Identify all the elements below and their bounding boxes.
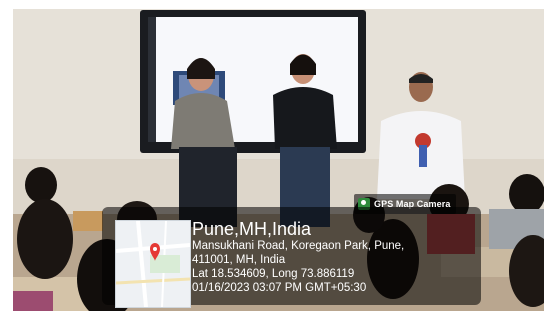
map-thumbnail — [115, 220, 191, 308]
photo-frame: GPS Map Camera Pune,MH,India Mansukhani … — [0, 0, 549, 315]
coordinates: Lat 18.534609, Long 73.886119 — [192, 268, 355, 280]
address-line-2: 411001, MH, India — [192, 254, 286, 266]
address-line-1: Mansukhani Road, Koregaon Park, Pune, — [192, 240, 405, 252]
gps-info-text: Pune,MH,India Mansukhani Road, Koregaon … — [192, 219, 404, 295]
datetime: 01/16/2023 03:07 PM GMT+05:30 — [192, 282, 367, 294]
map-graphic — [116, 221, 190, 307]
location-title: Pune,MH,India — [192, 219, 312, 239]
